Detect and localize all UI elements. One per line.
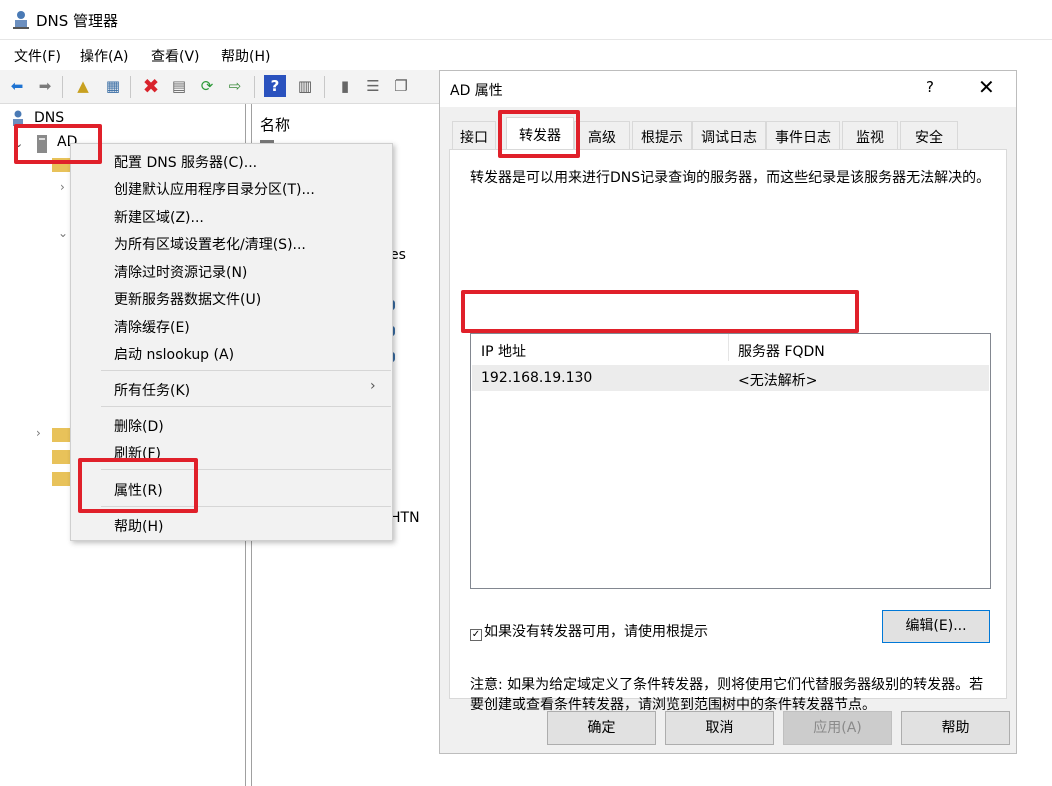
copy-icon[interactable]: ❐ (390, 75, 412, 97)
edit-button[interactable]: 编辑(E)... (882, 610, 990, 643)
properties-icon[interactable]: ▤ (168, 75, 190, 97)
tab-advanced[interactable]: 高级 (574, 121, 630, 149)
show-hide-tree-icon[interactable]: ▦ (102, 75, 124, 97)
tab-event-logging[interactable]: 事件日志 (766, 121, 840, 149)
dns-app-icon (13, 11, 29, 29)
folder-icon (52, 450, 72, 464)
menu-item-aging-scavenging[interactable]: 为所有区域设置老化/清理(S)... (114, 234, 306, 254)
menu-item-launch-nslookup[interactable]: 启动 nslookup (A) (114, 344, 234, 364)
menu-file[interactable]: 文件(F) (14, 46, 61, 66)
tab-root-hints[interactable]: 根提示 (632, 121, 692, 149)
delete-icon[interactable]: ✖ (140, 74, 162, 98)
submenu-arrow-icon: › (370, 378, 376, 394)
annotation-box-ad-node (14, 124, 102, 164)
menu-item-scavenge-stale[interactable]: 清除过时资源记录(N) (114, 262, 247, 282)
menu-view[interactable]: 查看(V) (151, 46, 200, 66)
conditional-forwarder-note: 注意: 如果为给定域定义了条件转发器，则将使用它们代替服务器级别的转发器。若要创… (470, 677, 984, 713)
forwarder-ip-cell: 192.168.19.130 (481, 370, 593, 386)
close-icon[interactable]: ✕ (978, 75, 995, 99)
expand-chevron-icon[interactable]: ⌄ (58, 226, 68, 240)
toolbar: ⬅ ➡ ▲ ▦ ✖ ▤ ⟳ ⇨ ? ▥ ▮ ☰ ❐ (0, 70, 440, 104)
dialog-title: AD 属性 (450, 83, 503, 99)
list-icon[interactable]: ☰ (362, 75, 384, 97)
use-root-hints-label: 如果没有转发器可用，请使用根提示 (484, 624, 708, 640)
up-folder-icon[interactable]: ▲ (72, 75, 94, 97)
use-root-hints-row[interactable]: ✓ 如果没有转发器可用，请使用根提示 (470, 621, 708, 641)
tab-monitoring[interactable]: 监视 (842, 121, 898, 149)
column-header-ip[interactable]: IP 地址 (481, 341, 526, 361)
column-header-fqdn[interactable]: 服务器 FQDN (738, 341, 825, 361)
menu-item-update-data-files[interactable]: 更新服务器数据文件(U) (114, 289, 261, 309)
app-title: DNS 管理器 (36, 12, 119, 30)
help-button[interactable]: 帮助 (901, 711, 1010, 745)
list-fragment: HTN (390, 510, 420, 526)
back-arrow-icon[interactable]: ⬅ (6, 75, 28, 97)
annotation-box-properties (78, 458, 198, 513)
menu-item-configure-dns[interactable]: 配置 DNS 服务器(C)... (114, 152, 257, 172)
menu-item-create-app-partition[interactable]: 创建默认应用程序目录分区(T)... (114, 179, 315, 199)
menu-item-clear-cache[interactable]: 清除缓存(E) (114, 317, 190, 337)
cancel-button[interactable]: 取消 (665, 711, 774, 745)
forwarders-list[interactable]: IP 地址 服务器 FQDN 192.168.19.130 <无法解析> (470, 333, 991, 589)
collapse-chevron-icon[interactable]: › (36, 426, 41, 440)
forward-arrow-icon[interactable]: ➡ (34, 75, 56, 97)
annotation-box-forwarders-tab (498, 110, 580, 158)
ok-button[interactable]: 确定 (547, 711, 656, 745)
folder-icon (52, 472, 72, 486)
menu-action[interactable]: 操作(A) (80, 46, 129, 66)
export-list-icon[interactable]: ⇨ (224, 75, 246, 97)
forwarders-description: 转发器是可以用来进行DNS记录查询的服务器，而这些纪录是该服务器无法解决的。 (470, 170, 991, 186)
menu-item-all-tasks[interactable]: 所有任务(K) (114, 380, 190, 400)
main-titlebar: DNS 管理器 (0, 0, 1052, 40)
action-pane-icon[interactable]: ▥ (294, 75, 316, 97)
menubar: 文件(F) 操作(A) 查看(V) 帮助(H) (0, 41, 1052, 69)
tab-debug-logging[interactable]: 调试日志 (692, 121, 766, 149)
tab-interfaces[interactable]: 接口 (452, 121, 496, 149)
menu-item-help[interactable]: 帮助(H) (114, 516, 163, 536)
folder-icon (52, 428, 72, 442)
collapse-chevron-icon[interactable]: › (60, 180, 65, 194)
menu-item-new-zone[interactable]: 新建区域(Z)... (114, 207, 204, 227)
help-icon[interactable]: ? (264, 75, 286, 97)
tab-security[interactable]: 安全 (900, 121, 958, 149)
column-header-name[interactable]: 名称 (260, 114, 290, 135)
properties-dialog: AD 属性 ? ✕ 接口 转发器 高级 根提示 调试日志 事件日志 监视 安全 … (439, 70, 1017, 754)
help-icon[interactable]: ? (926, 78, 934, 96)
menu-help[interactable]: 帮助(H) (221, 46, 270, 66)
dialog-titlebar: AD 属性 ? ✕ (440, 71, 1016, 107)
refresh-icon[interactable]: ⟳ (196, 75, 218, 97)
forwarders-panel: 转发器是可以用来进行DNS记录查询的服务器，而这些纪录是该服务器无法解决的。 I… (449, 149, 1007, 713)
annotation-box-forwarder-row (461, 290, 859, 333)
apply-button[interactable]: 应用(A) (783, 711, 892, 745)
menu-item-delete[interactable]: 删除(D) (114, 416, 164, 436)
use-root-hints-checkbox[interactable]: ✓ (470, 629, 482, 641)
server-icon[interactable]: ▮ (334, 75, 356, 97)
forwarder-fqdn-cell: <无法解析> (738, 373, 818, 389)
